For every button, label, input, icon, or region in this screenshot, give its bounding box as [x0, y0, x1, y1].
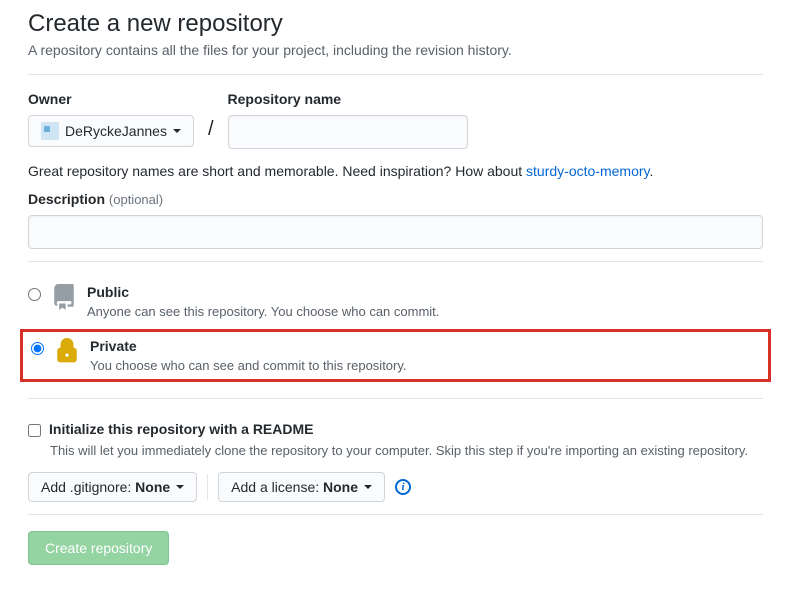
repo-name-input[interactable] [228, 115, 468, 149]
owner-label: Owner [28, 91, 194, 107]
private-option-highlight: Private You choose who can see and commi… [20, 329, 771, 382]
description-label: Description (optional) [28, 191, 163, 207]
name-tip: Great repository names are short and mem… [28, 163, 763, 179]
gitignore-dropdown[interactable]: Add .gitignore: None [28, 472, 197, 502]
suggested-name-link[interactable]: sturdy-octo-memory [526, 163, 649, 179]
create-repository-button[interactable]: Create repository [28, 531, 169, 565]
init-readme-desc: This will let you immediately clone the … [28, 443, 763, 458]
lock-icon [54, 338, 80, 364]
init-readme-label: Initialize this repository with a README [49, 421, 313, 437]
init-readme-checkbox[interactable] [28, 424, 41, 437]
private-radio[interactable] [31, 342, 44, 355]
chevron-down-icon [176, 485, 184, 489]
public-title: Public [87, 284, 129, 300]
chevron-down-icon [173, 129, 181, 133]
repo-icon [51, 284, 77, 310]
private-title: Private [90, 338, 137, 354]
avatar-icon [41, 122, 59, 140]
divider [207, 474, 208, 500]
slash-separator: / [208, 118, 214, 149]
page-title: Create a new repository [28, 10, 763, 38]
public-radio[interactable] [28, 288, 41, 301]
owner-dropdown[interactable]: DeRyckeJannes [28, 115, 194, 147]
page-subtitle: A repository contains all the files for … [28, 42, 763, 58]
info-icon[interactable]: i [395, 479, 411, 495]
description-input[interactable] [28, 215, 763, 249]
repo-name-label: Repository name [228, 91, 468, 107]
chevron-down-icon [364, 485, 372, 489]
license-dropdown[interactable]: Add a license: None [218, 472, 385, 502]
public-desc: Anyone can see this repository. You choo… [87, 304, 439, 319]
owner-name: DeRyckeJannes [65, 123, 167, 139]
private-desc: You choose who can see and commit to thi… [90, 358, 407, 373]
